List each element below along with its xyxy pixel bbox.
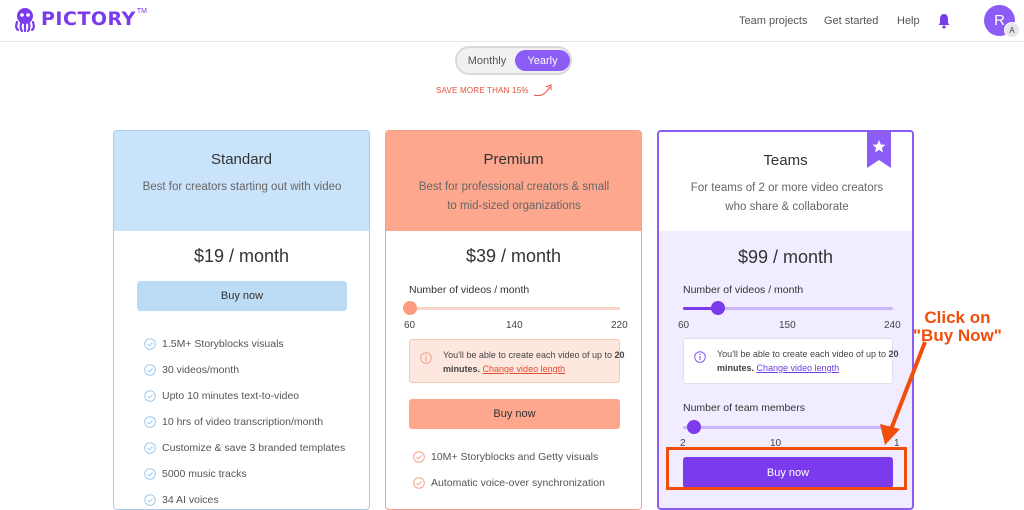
team-members-slider-label: Number of team members <box>683 402 805 414</box>
feature-item: Customize & save 3 branded templates <box>144 435 345 461</box>
plan-description: For teams of 2 or more video creators wh… <box>690 182 884 213</box>
info-icon <box>420 352 432 364</box>
slider-tick: 220 <box>611 320 628 331</box>
check-circle-icon <box>144 468 156 480</box>
change-video-length-link[interactable]: Change video length <box>757 363 840 373</box>
info-message: You'll be able to create each video of u… <box>717 349 889 359</box>
check-circle-icon <box>144 338 156 350</box>
feature-item: 30 videos/month <box>144 357 345 383</box>
info-message: You'll be able to create each video of u… <box>443 350 615 360</box>
brand-name: PICTORY <box>41 8 136 30</box>
feature-item: 5000 music tracks <box>144 461 345 487</box>
videos-slider-label: Number of videos / month <box>409 284 530 296</box>
feature-text: 10M+ Storyblocks and Getty visuals <box>431 451 599 463</box>
plan-price: $39 / month <box>465 246 562 266</box>
info-text: You'll be able to create each video of u… <box>443 348 633 376</box>
nav-team-projects[interactable]: Team projects <box>739 15 807 27</box>
slider-tick: 150 <box>779 320 796 331</box>
plan-title: Standard <box>211 151 272 168</box>
buy-now-button[interactable]: Buy now <box>409 399 620 429</box>
feature-list: 10M+ Storyblocks and Getty visuals Autom… <box>413 444 605 496</box>
pictory-logo[interactable]: PICTORY TM <box>12 6 147 32</box>
plan-price: $99 / month <box>737 247 834 267</box>
annotation-highlight-box <box>666 447 907 490</box>
plan-price: $19 / month <box>193 246 290 266</box>
annotation-line: Click on <box>924 308 991 327</box>
plan-title: Premium <box>483 151 544 168</box>
feature-item: Automatic voice-over synchronization <box>413 470 605 496</box>
check-circle-icon <box>413 477 425 489</box>
plan-description: Best for creators starting out with vide… <box>142 181 342 193</box>
feature-item: 10M+ Storyblocks and Getty visuals <box>413 444 605 470</box>
yearly-option[interactable]: Yearly <box>515 50 570 71</box>
plan-card-standard: Standard Best for creators starting out … <box>113 130 370 510</box>
plan-description: Best for professional creators & small t… <box>418 181 610 212</box>
check-circle-icon <box>144 442 156 454</box>
check-circle-icon <box>144 416 156 428</box>
account-avatar-badge[interactable]: A <box>1004 22 1020 38</box>
feature-text: 10 hrs of video transcription/month <box>162 416 324 428</box>
feature-text: 1.5M+ Storyblocks visuals <box>162 338 284 350</box>
annotation-arrow-icon <box>880 341 927 445</box>
team-members-slider-track[interactable] <box>683 426 893 429</box>
check-circle-icon <box>144 494 156 506</box>
plan-header: Standard Best for creators starting out … <box>114 131 369 231</box>
nav-help[interactable]: Help <box>897 15 920 27</box>
notification-bell-icon[interactable] <box>937 13 951 29</box>
info-icon <box>694 351 706 363</box>
octopus-logo-icon <box>15 8 35 32</box>
videos-slider-thumb[interactable] <box>403 301 417 315</box>
slider-tick: 140 <box>506 320 523 331</box>
featured-star-icon <box>867 132 891 168</box>
curved-arrow-icon <box>533 84 552 97</box>
check-circle-icon <box>144 364 156 376</box>
trademark: TM <box>136 7 148 15</box>
videos-slider-track[interactable] <box>409 307 620 310</box>
videos-slider-label: Number of videos / month <box>683 284 804 296</box>
video-length-info: You'll be able to create each video of u… <box>683 338 899 384</box>
top-navbar: PICTORY TM Team projects Get started Hel… <box>0 0 1024 42</box>
videos-slider-thumb[interactable] <box>711 301 725 315</box>
slider-tick: 240 <box>884 320 901 331</box>
feature-text: 30 videos/month <box>162 364 240 376</box>
team-members-slider-thumb[interactable] <box>687 420 701 434</box>
feature-text: 34 AI voices <box>162 494 219 506</box>
feature-text: Automatic voice-over synchronization <box>431 477 605 489</box>
feature-item: 1.5M+ Storyblocks visuals <box>144 331 345 357</box>
video-length-info: You'll be able to create each video of u… <box>409 339 625 383</box>
feature-item: 10 hrs of video transcription/month <box>144 409 345 435</box>
buy-now-button[interactable]: Buy now <box>137 281 347 311</box>
slider-tick: 60 <box>678 320 690 331</box>
feature-text: Customize & save 3 branded templates <box>162 442 346 454</box>
monthly-option[interactable]: Monthly <box>459 50 515 71</box>
slider-tick: 60 <box>404 320 416 331</box>
feature-item: Upto 10 minutes text-to-video <box>144 383 345 409</box>
nav-get-started[interactable]: Get started <box>824 15 878 27</box>
feature-text: Upto 10 minutes text-to-video <box>162 390 300 402</box>
plan-card-premium: Premium Best for professional creators &… <box>385 130 642 510</box>
save-note: SAVE MORE THAN 15% <box>436 86 529 95</box>
check-circle-icon <box>144 390 156 402</box>
billing-period-toggle[interactable]: Monthly Yearly <box>455 46 572 75</box>
check-circle-icon <box>413 451 425 463</box>
change-video-length-link[interactable]: Change video length <box>483 364 566 374</box>
feature-text: 5000 music tracks <box>162 468 247 480</box>
plan-header: Premium Best for professional creators &… <box>386 131 641 231</box>
feature-list: 1.5M+ Storyblocks visuals 30 videos/mont… <box>144 331 345 509</box>
